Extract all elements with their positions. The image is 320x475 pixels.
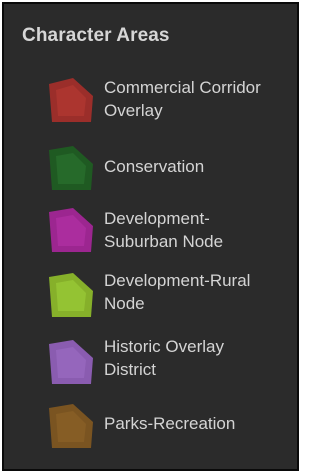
- legend-label-parks-recreation: Parks-Recreation: [104, 412, 294, 435]
- legend-label-line1: Parks-Recreation: [104, 414, 236, 433]
- legend-label-line1: Commercial Corridor: [104, 78, 261, 97]
- legend-item-historic-overlay-district: Historic Overlay District: [4, 332, 297, 392]
- legend-label-development-rural: Development-Rural Node: [104, 269, 294, 315]
- legend-label-line1: Development-Rural: [104, 271, 251, 290]
- historic-overlay-swatch-icon: [46, 338, 96, 386]
- legend-item-development-suburban-node: Development- Suburban Node: [4, 201, 297, 261]
- legend-item-development-rural-node: Development-Rural Node: [4, 265, 297, 325]
- conservation-swatch-icon: [46, 144, 96, 192]
- legend-label-conservation: Conservation: [104, 155, 294, 178]
- legend-label-commercial-corridor: Commercial Corridor Overlay: [104, 76, 294, 122]
- legend-item-parks-recreation: Parks-Recreation: [4, 397, 297, 457]
- legend-label-line2: Node: [104, 294, 145, 313]
- legend-title: Character Areas: [22, 25, 170, 46]
- legend-label-line1: Historic Overlay: [104, 337, 224, 356]
- legend-label-development-suburban: Development- Suburban Node: [104, 207, 294, 253]
- commercial-corridor-swatch-icon: [46, 76, 96, 124]
- legend-panel: Character Areas Commercial Corridor Over…: [2, 2, 299, 471]
- development-rural-swatch-icon: [46, 271, 96, 319]
- legend-item-conservation: Conservation: [4, 140, 297, 200]
- parks-recreation-swatch-icon: [46, 402, 96, 450]
- legend-label-line1: Development-: [104, 209, 210, 228]
- legend-label-historic-overlay: Historic Overlay District: [104, 335, 294, 381]
- development-suburban-swatch-icon: [46, 206, 96, 254]
- legend-label-line2: District: [104, 360, 156, 379]
- legend-label-line2: Overlay: [104, 101, 163, 120]
- legend-label-line1: Conservation: [104, 157, 205, 176]
- legend-label-line2: Suburban Node: [104, 232, 224, 251]
- legend-item-commercial-corridor-overlay: Commercial Corridor Overlay: [4, 70, 297, 130]
